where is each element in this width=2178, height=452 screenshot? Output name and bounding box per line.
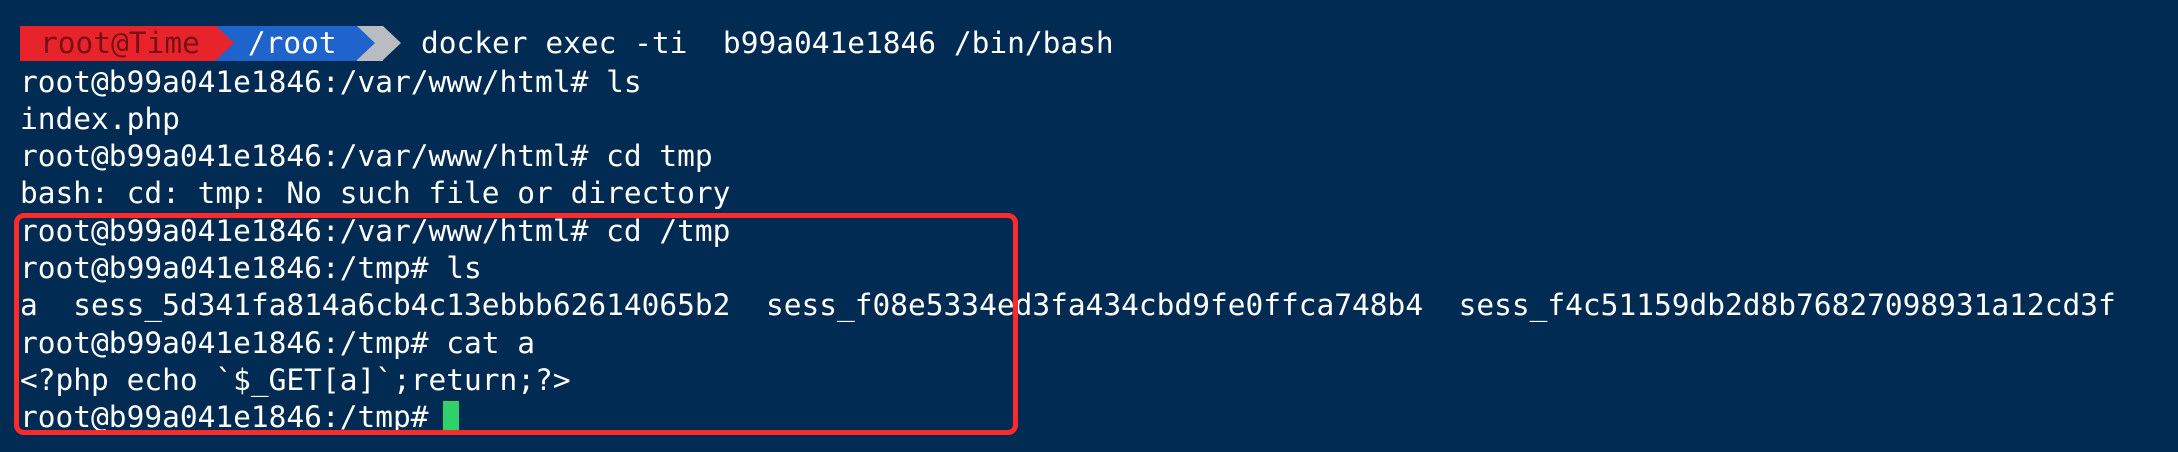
- terminal-line: index.php: [20, 102, 180, 136]
- prompt-user-host: root@Time: [40, 26, 200, 60]
- terminal-line: bash: cd: tmp: No such file or directory: [20, 176, 731, 210]
- terminal-line: root@b99a041e1846:/var/www/html# cd tmp: [20, 139, 713, 173]
- prompt-user-segment: root@Time: [20, 26, 234, 61]
- terminal-line: root@b99a041e1846:/var/www/html# ls: [20, 65, 642, 99]
- terminal-window[interactable]: root@Time /root docker exec -ti b99a041e…: [0, 0, 2178, 452]
- segment-separator-icon: [382, 26, 401, 60]
- prompt-path-segment: /root: [215, 26, 375, 61]
- segment-separator-icon: [215, 26, 234, 60]
- segment-separator-icon: [356, 26, 375, 60]
- powerline-prompt: root@Time /root: [20, 26, 401, 61]
- highlight-annotation-box: [14, 213, 1018, 435]
- prompt-command: docker exec -ti b99a041e1846 /bin/bash: [421, 26, 1114, 60]
- prompt-path: /root: [247, 26, 337, 60]
